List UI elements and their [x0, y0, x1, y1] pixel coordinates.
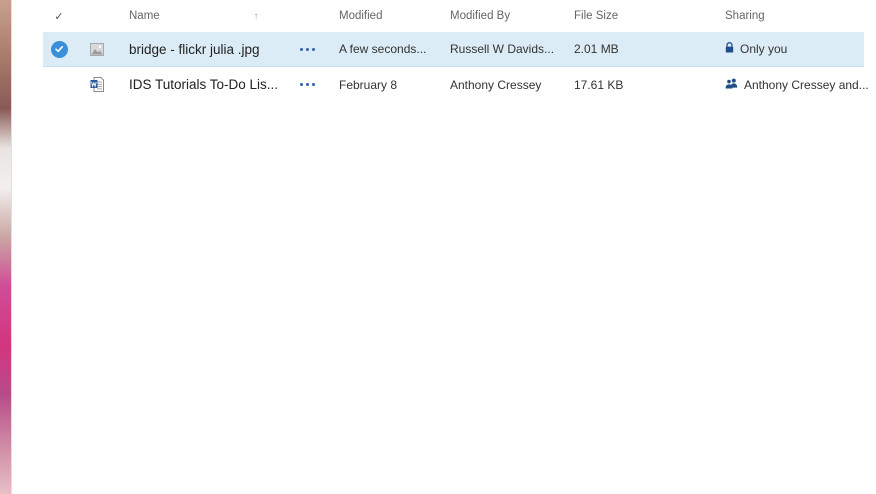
column-header-row: ✓ Name ↑ Modified Modified By File Size … [43, 0, 864, 32]
checkmark-icon: ✓ [54, 10, 64, 23]
modified-date: A few seconds... [339, 42, 427, 56]
sharing-label: Only you [740, 42, 788, 56]
more-options-icon[interactable] [297, 67, 317, 102]
sort-ascending-icon[interactable]: ↑ [250, 0, 262, 32]
image-file-icon [87, 32, 107, 66]
row-checkbox[interactable] [47, 32, 71, 66]
column-header-name[interactable]: Name [129, 0, 289, 32]
modified-by: Anthony Cressey [450, 77, 542, 92]
column-header-sharing[interactable]: Sharing [725, 0, 865, 32]
lock-icon [725, 42, 734, 56]
background-photo-strip [0, 0, 12, 494]
sharing-status[interactable]: Only you [725, 32, 865, 66]
word-document-icon [87, 67, 107, 102]
file-row[interactable]: bridge - flickr julia .jpg A few seconds… [43, 32, 864, 67]
modified-date: February 8 [339, 77, 398, 92]
row-checkbox[interactable] [47, 67, 71, 102]
people-icon [725, 78, 738, 92]
file-size: 17.61 KB [574, 77, 624, 92]
sharing-status[interactable]: Anthony Cressey and... [725, 67, 869, 102]
column-header-modified[interactable]: Modified [339, 0, 434, 32]
sharing-label: Anthony Cressey and... [744, 77, 869, 92]
more-options-icon[interactable] [297, 32, 317, 66]
file-name-link[interactable]: IDS Tutorials To-Do Lis... [129, 67, 289, 102]
selected-check-icon [50, 40, 68, 58]
file-list: ✓ Name ↑ Modified Modified By File Size … [43, 0, 869, 102]
select-all-checkbox[interactable]: ✓ [47, 0, 71, 32]
file-row[interactable]: IDS Tutorials To-Do Lis... February 8 An… [43, 67, 869, 102]
file-size: 2.01 MB [574, 42, 619, 56]
column-header-modified-by[interactable]: Modified By [450, 0, 560, 32]
modified-by: Russell W Davids... [450, 42, 555, 56]
column-header-file-size[interactable]: File Size [574, 0, 654, 32]
file-name-link[interactable]: bridge - flickr julia .jpg [129, 32, 289, 66]
